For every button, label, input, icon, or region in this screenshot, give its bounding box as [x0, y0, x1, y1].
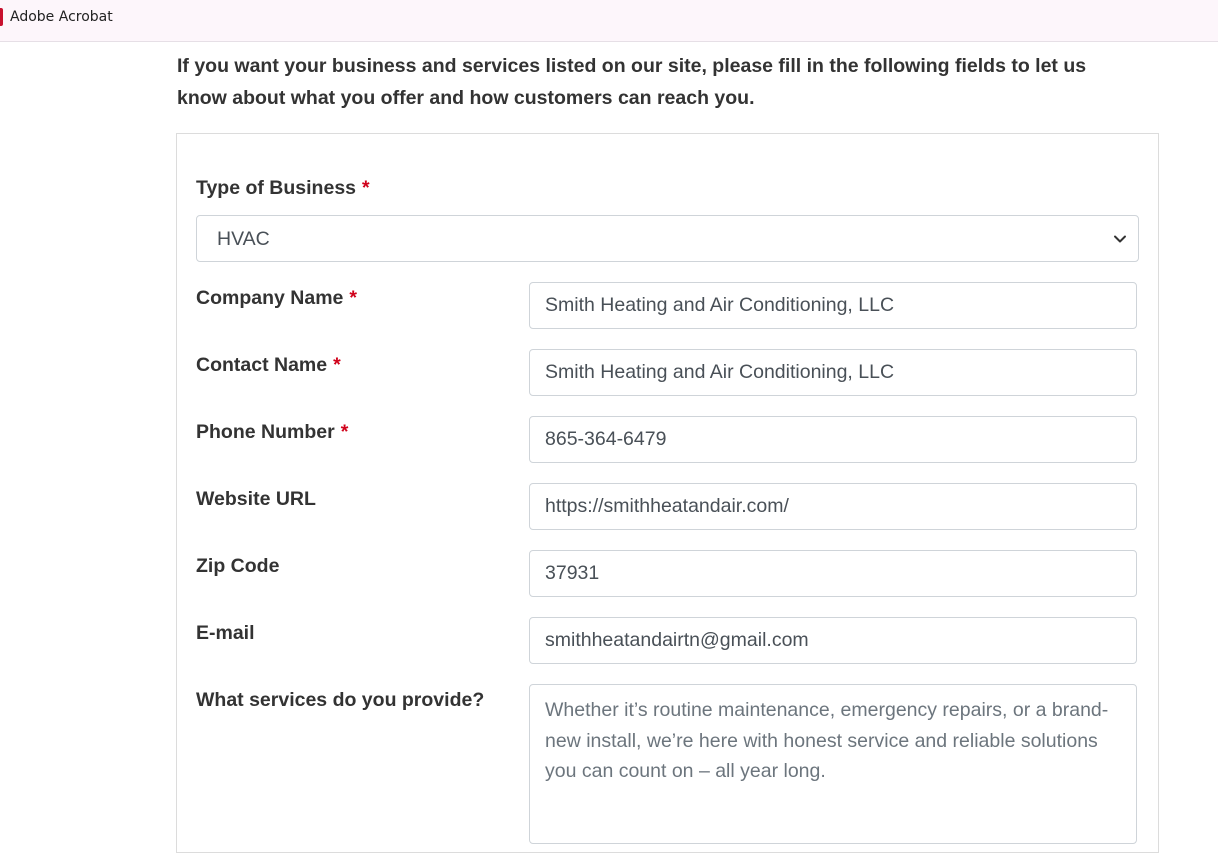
contact-name-label: Contact Name *	[196, 354, 341, 377]
acrobat-logo-icon	[0, 8, 3, 26]
required-marker: *	[362, 177, 370, 199]
email-label: E-mail	[196, 622, 255, 644]
company-name-label: Company Name *	[196, 287, 357, 310]
app-title: Adobe Acrobat	[10, 9, 113, 25]
zip-code-input[interactable]	[529, 550, 1137, 597]
services-label: What services do you provide?	[196, 689, 485, 711]
required-marker: *	[349, 287, 357, 309]
company-name-label-text: Company Name	[196, 287, 344, 309]
phone-number-label: Phone Number *	[196, 421, 348, 444]
window-titlebar: Adobe Acrobat	[0, 0, 1218, 42]
chevron-down-icon	[1114, 235, 1126, 243]
phone-number-input[interactable]	[529, 416, 1137, 463]
email-input[interactable]	[529, 617, 1137, 664]
zip-code-label: Zip Code	[196, 555, 280, 577]
business-type-select[interactable]: HVAC	[196, 215, 1139, 262]
contact-name-input[interactable]	[529, 349, 1137, 396]
required-marker: *	[340, 421, 349, 443]
required-marker: *	[333, 354, 341, 376]
phone-number-label-text: Phone Number	[196, 421, 335, 443]
company-name-input[interactable]	[529, 282, 1137, 329]
business-type-label: Type of Business *	[196, 177, 370, 200]
website-url-input[interactable]	[529, 483, 1137, 530]
website-url-label: Website URL	[196, 488, 316, 510]
business-type-value: HVAC	[217, 228, 270, 250]
business-type-label-text: Type of Business	[196, 177, 357, 199]
contact-name-label-text: Contact Name	[196, 354, 328, 376]
services-textarea[interactable]: Whether it’s routine maintenance, emerge…	[529, 684, 1137, 844]
intro-text: If you want your business and services l…	[177, 55, 1087, 109]
